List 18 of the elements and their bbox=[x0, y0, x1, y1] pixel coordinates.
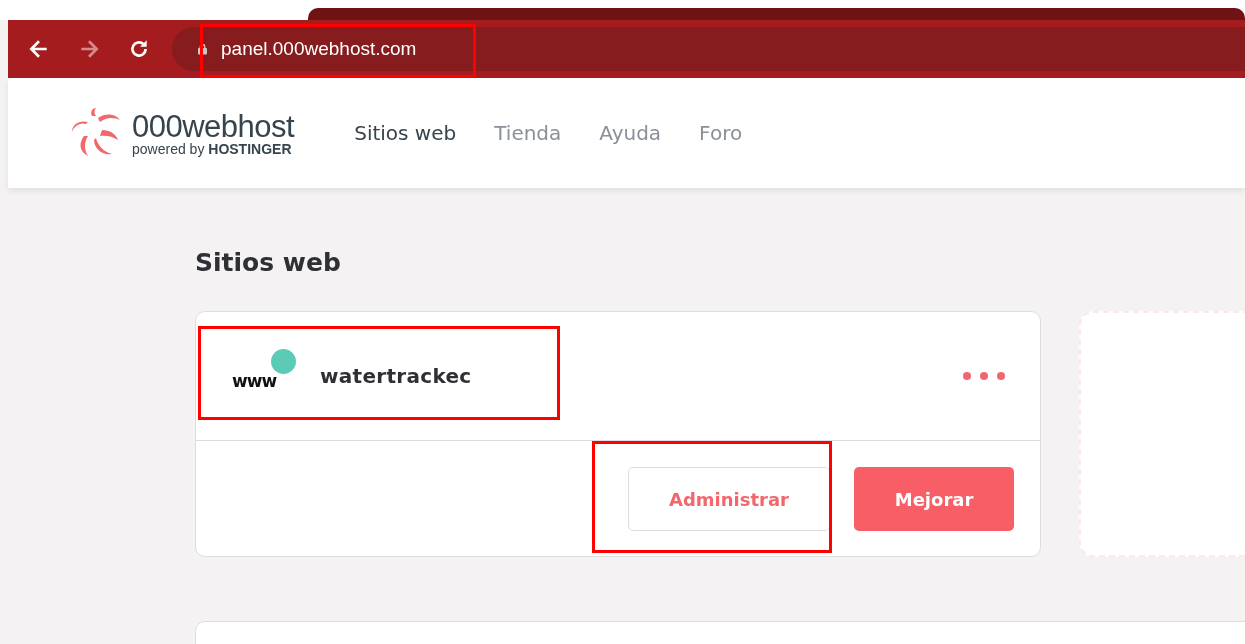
address-bar[interactable]: panel.000webhost.com bbox=[172, 27, 1245, 71]
manage-button[interactable]: Administrar bbox=[628, 467, 830, 531]
url-text: panel.000webhost.com bbox=[221, 38, 417, 60]
nav-link[interactable]: Ayuda bbox=[599, 121, 662, 145]
nav-link[interactable]: Tienda bbox=[494, 121, 562, 145]
reload-icon[interactable] bbox=[128, 38, 150, 60]
page-title: Sitios web bbox=[195, 248, 342, 277]
nav-link[interactable]: Foro bbox=[699, 121, 743, 145]
upgrade-button[interactable]: Mejorar bbox=[854, 467, 1014, 531]
www-label: www bbox=[232, 371, 277, 391]
lock-icon bbox=[198, 43, 207, 55]
forward-icon[interactable] bbox=[78, 38, 100, 60]
back-icon[interactable] bbox=[28, 38, 50, 60]
site-name: watertrackec bbox=[320, 364, 472, 388]
more-icon[interactable] bbox=[962, 371, 1006, 381]
nav-link[interactable]: Sitios web bbox=[354, 121, 457, 145]
logo-tagline: powered by HOSTINGER bbox=[132, 141, 293, 156]
logo-name: 000webhost bbox=[132, 110, 295, 142]
